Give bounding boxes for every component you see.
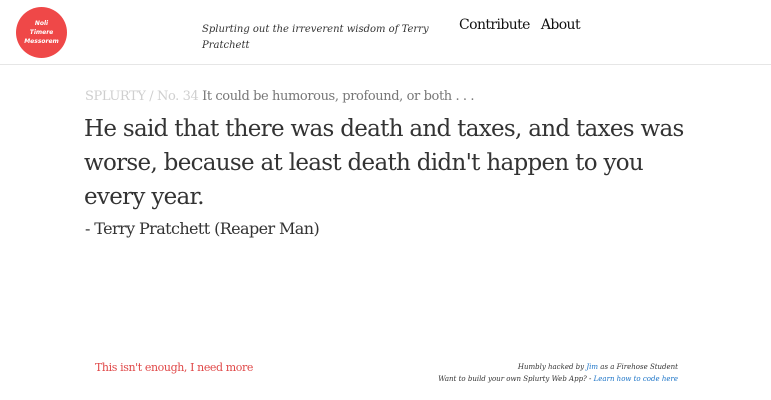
logo-line: Noli [34,20,49,27]
nav-contribute-link[interactable]: Contribute [459,17,530,33]
site-tagline: Splurting out the irreverent wisdom of T… [202,24,429,51]
nav-about-link[interactable]: About [541,17,581,33]
quote-author: - Terry Pratchett (Reaper Man) [85,219,320,238]
splurty-number: SPLURTY / No. 34 [85,89,199,104]
site-footer: Humbly hacked by Jim as a Firehose Stude… [438,361,678,385]
footer-cta-line: Want to build your own Splurty Web App? … [438,373,678,385]
need-more-link[interactable]: This isn't enough, I need more [95,361,253,374]
footer-credit-suffix: as a Firehose Student [600,363,678,371]
logo-line: Timere [29,29,54,36]
site-header: Noli Timere Messorem Splurting out the i… [0,0,771,65]
logo-badge[interactable]: Noli Timere Messorem [16,7,67,58]
logo-text: Noli Timere Messorem [24,19,59,46]
footer-credit-line: Humbly hacked by Jim as a Firehose Stude… [438,361,678,373]
quote-text: He said that there was death and taxes, … [84,116,684,210]
learn-to-code-link[interactable]: Learn how to code here [594,375,678,383]
footer-cta-prefix: Want to build your own Splurty Web App? … [438,375,592,383]
footer-credit-prefix: Humbly hacked by [517,363,585,371]
splurty-kicker: SPLURTY / No. 34 It could be humorous, p… [85,89,475,104]
logo-line: Messorem [24,38,59,45]
main-nav: Contribute About [459,17,581,33]
splurty-subtitle: It could be humorous, profound, or both … [202,89,475,104]
author-link[interactable]: Jim [586,363,598,371]
